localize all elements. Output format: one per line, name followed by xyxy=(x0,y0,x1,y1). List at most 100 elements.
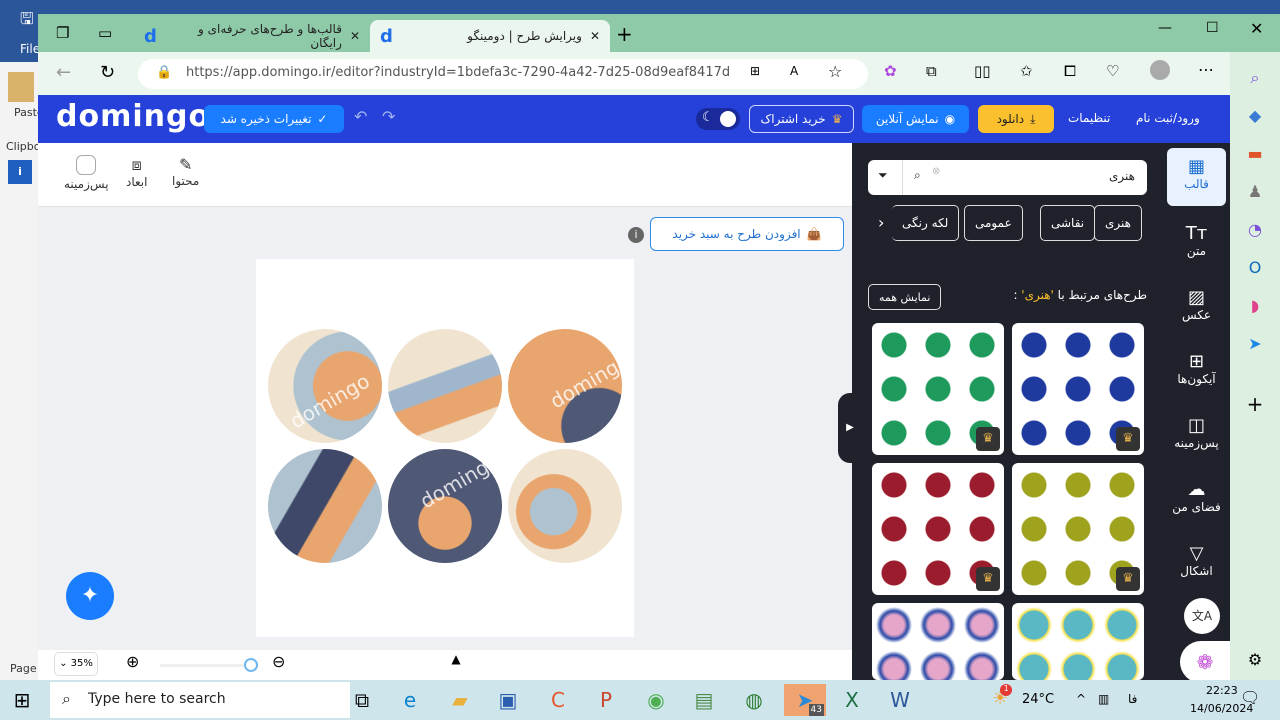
store-icon[interactable]: ▣ xyxy=(488,684,528,716)
tab-editor[interactable]: ✕ ویرایش طرح | دومینگو d xyxy=(370,20,610,52)
background-tool[interactable]: پس‌زمینه xyxy=(64,155,109,191)
add-icon[interactable]: + xyxy=(1243,392,1267,416)
rail-my-space[interactable]: ☁ فضای من xyxy=(1167,479,1226,514)
rail-photo[interactable]: ▨ عکس xyxy=(1167,287,1226,322)
domingo-logo[interactable]: domingo xyxy=(56,99,210,134)
send-icon[interactable]: ➤ xyxy=(1243,334,1267,358)
camtasia-icon[interactable]: C xyxy=(538,684,578,716)
read-aloud-icon[interactable]: A xyxy=(790,64,798,78)
search-icon[interactable]: ⌕ xyxy=(1243,68,1267,92)
file-explorer-icon[interactable]: ▰ xyxy=(440,684,480,716)
settings-icon[interactable]: ⚙ xyxy=(1243,650,1267,674)
design-page[interactable]: domingo domingo domingo xyxy=(256,259,634,637)
more-menu-icon[interactable]: ⋯ xyxy=(1198,60,1214,79)
filter-icon[interactable]: ⏷ xyxy=(878,168,888,183)
rail-shapes[interactable]: ▽ اشکال xyxy=(1167,543,1226,578)
translate-icon[interactable]: 文A xyxy=(1184,598,1220,634)
chrome-icon[interactable]: ◉ xyxy=(636,684,676,716)
rail-background[interactable]: ◫ پس‌زمینه xyxy=(1167,415,1226,450)
save-icon[interactable]: 🖫 xyxy=(20,8,34,35)
design-circle-shapes[interactable] xyxy=(508,449,622,563)
add-to-cart-button[interactable]: افزودن طرح به سبد خرید 👜 xyxy=(650,217,844,251)
new-tab-button[interactable]: + xyxy=(616,22,633,46)
close-tab-icon[interactable]: ✕ xyxy=(350,29,360,43)
template-card[interactable] xyxy=(1012,603,1144,680)
refresh-button[interactable]: ↻ xyxy=(100,62,115,83)
zoom-slider[interactable] xyxy=(160,658,258,672)
windows-start-icon[interactable]: ⊞ xyxy=(2,684,42,716)
content-tool[interactable]: ✎ محتوا xyxy=(172,155,199,188)
clear-search-icon[interactable]: ⊗ xyxy=(932,166,940,177)
word-icon[interactable]: W xyxy=(880,684,920,716)
rail-icons[interactable]: ⊞ آیکون‌ها xyxy=(1167,351,1226,386)
chevron-right-icon[interactable]: › xyxy=(878,213,884,232)
chip-general[interactable]: عمومی xyxy=(964,205,1023,241)
online-preview-button[interactable]: نمایش آنلاین ◉ xyxy=(862,105,969,133)
rail-text[interactable]: Tт متن xyxy=(1167,223,1226,258)
tray-chevron-icon[interactable]: ^ xyxy=(1076,692,1086,706)
zoom-dropdown[interactable]: ⌄ 35% xyxy=(54,652,98,676)
search-input[interactable]: هنری xyxy=(1109,169,1135,183)
close-window-button[interactable]: ✕ xyxy=(1250,19,1263,38)
wps-icon[interactable]: P xyxy=(586,684,626,716)
taskbar-search[interactable]: ⌕ Type here to search xyxy=(50,682,350,718)
collapse-panel-button[interactable]: ▶ xyxy=(838,393,862,463)
dimensions-tool[interactable]: ⧈ ابعاد xyxy=(126,155,147,189)
settings-link[interactable]: تنظیمات xyxy=(1068,111,1110,125)
search-icon[interactable]: ⌕ xyxy=(914,168,921,183)
template-card[interactable]: ♛ xyxy=(872,323,1004,455)
favorite-icon[interactable]: ☆ xyxy=(828,62,842,81)
close-tab-icon[interactable]: ✕ xyxy=(590,29,600,43)
tab-templates[interactable]: ✕ قالب‌ها و طرح‌های حرفه‌ای و رایگان d xyxy=(134,20,370,52)
app-available-icon[interactable]: ⊞ xyxy=(750,64,760,78)
weather-icon[interactable]: ☀ 1 xyxy=(992,684,1013,709)
login-link[interactable]: ورود/ثبت نام xyxy=(1136,111,1200,125)
designer-icon[interactable]: ◗ xyxy=(1243,296,1267,320)
rail-templates[interactable]: ▦ قالب xyxy=(1167,148,1226,206)
download-button[interactable]: دانلود ⤓ xyxy=(978,105,1054,133)
performance-icon[interactable]: ♡ xyxy=(1106,62,1119,80)
games-icon[interactable]: ♟ xyxy=(1243,182,1267,206)
edge-taskbar-icon[interactable]: e xyxy=(390,684,430,716)
maximize-button[interactable]: ☐ xyxy=(1206,20,1219,36)
paste-icon[interactable] xyxy=(8,72,34,102)
template-card[interactable]: ♛ xyxy=(1012,463,1144,595)
tools-icon[interactable]: ▬ xyxy=(1243,144,1267,168)
copilot-extension-icon[interactable]: ✿ xyxy=(884,62,897,80)
dark-mode-toggle[interactable]: ☾ xyxy=(696,108,740,130)
task-view-icon[interactable]: ⧉ xyxy=(342,684,382,716)
expand-pages-button[interactable]: ▲ xyxy=(440,652,472,682)
extensions-icon[interactable]: ⧉ xyxy=(926,62,937,80)
chip-painting[interactable]: نقاشی xyxy=(1040,205,1096,241)
chip-art[interactable]: هنری xyxy=(1094,205,1142,241)
excel-icon[interactable]: X xyxy=(832,684,872,716)
shopping-tag-icon[interactable]: ◆ xyxy=(1243,106,1267,130)
collections-icon[interactable]: ⧠ xyxy=(1064,62,1076,80)
workspaces-icon[interactable]: ❐ xyxy=(56,24,69,42)
template-card[interactable]: ♛ xyxy=(1012,323,1144,455)
profile-avatar[interactable] xyxy=(1150,60,1170,80)
office-icon[interactable]: ◔ xyxy=(1243,220,1267,244)
redo-icon[interactable]: ↷ xyxy=(382,107,395,126)
download-manager-icon[interactable]: ◍ xyxy=(734,684,774,716)
weather-temp[interactable]: 24°C xyxy=(1022,692,1054,707)
template-card[interactable]: ♛ xyxy=(872,463,1004,595)
magic-wand-button[interactable]: ✦ xyxy=(66,572,114,620)
language-indicator[interactable]: فا xyxy=(1128,692,1137,706)
chip-color-blot[interactable]: لکه رنگی xyxy=(892,205,960,241)
template-card[interactable] xyxy=(872,603,1004,680)
undo-icon[interactable]: ↶ xyxy=(354,107,367,126)
favorites-icon[interactable]: ✩ xyxy=(1020,62,1033,80)
clock-time[interactable]: 22:23 xyxy=(1206,684,1238,697)
outlook-icon[interactable]: O xyxy=(1243,258,1267,282)
ai-brain-button[interactable]: ❁ xyxy=(1180,641,1230,683)
back-button[interactable]: ← xyxy=(56,62,71,83)
design-circle-boots[interactable] xyxy=(388,329,502,443)
show-all-button[interactable]: نمایش همه xyxy=(868,284,942,310)
design-circle-woman[interactable] xyxy=(268,449,382,563)
notifications-icon[interactable]: 🗨 xyxy=(1240,688,1260,707)
minimize-button[interactable]: — xyxy=(1158,20,1172,36)
info-icon[interactable]: i xyxy=(628,227,644,243)
telegram-icon[interactable]: ➤ 43 xyxy=(784,684,826,716)
lock-icon[interactable]: 🔒 xyxy=(156,65,172,80)
